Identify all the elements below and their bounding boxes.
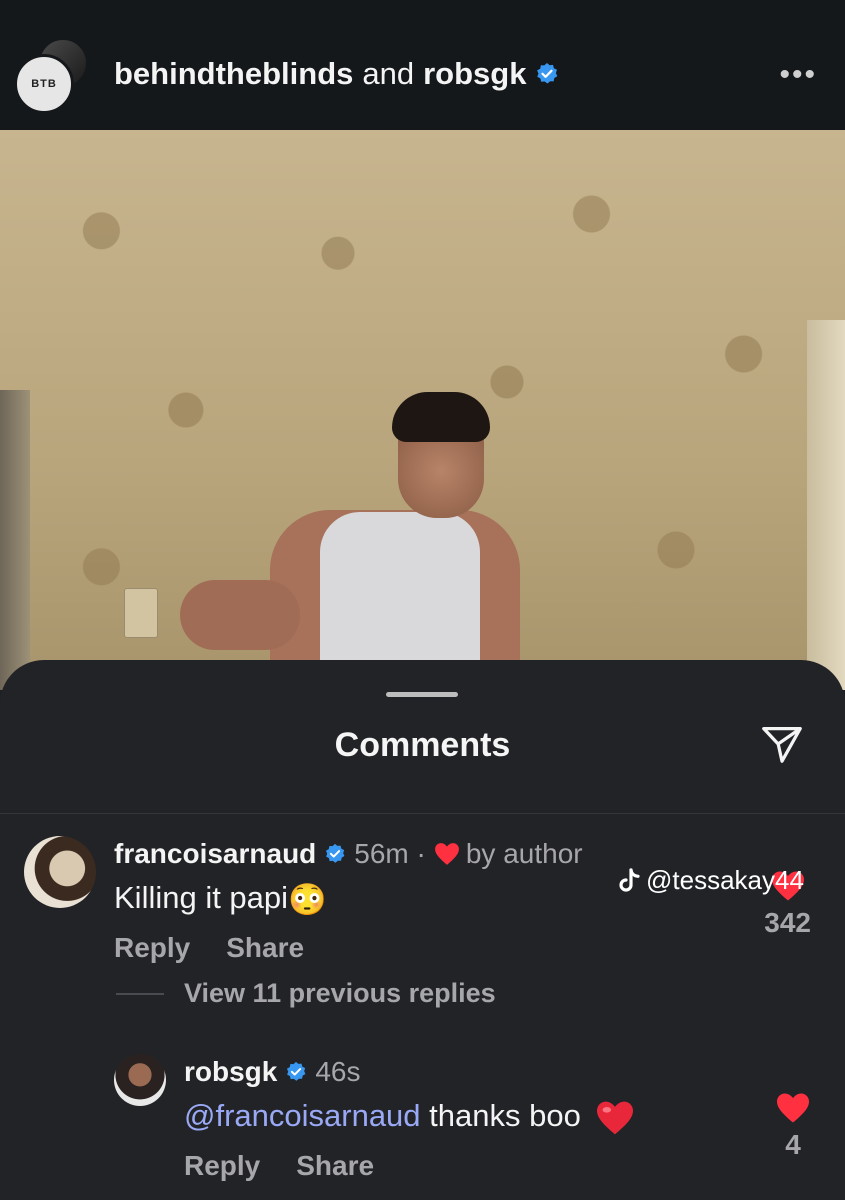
reply-actions: Reply Share (184, 1150, 374, 1182)
wall-trim (0, 390, 30, 690)
comment-actions: Reply Share (114, 932, 304, 964)
person-figure (180, 392, 520, 690)
more-options-icon[interactable]: ••• (779, 58, 817, 92)
like-count: 4 (785, 1129, 801, 1160)
comment-body: Killing it papi (114, 880, 289, 915)
red-heart-emoji-icon (597, 1101, 634, 1135)
comments-title: Comments (334, 726, 511, 764)
person-hair (392, 392, 490, 442)
liked-by-author: by author (434, 838, 583, 870)
reply-like[interactable]: 4 (775, 1092, 811, 1161)
heart-icon (434, 843, 459, 865)
and-text: and (362, 56, 415, 91)
share-send-icon[interactable] (759, 720, 805, 766)
collab-avatars[interactable]: BTB (14, 38, 88, 114)
tiktok-watermark: @tessakay44 (618, 865, 804, 896)
watermark-handle: @tessakay44 (646, 865, 804, 895)
mention-link[interactable]: @francoisarnaud (184, 1098, 421, 1133)
comment-username[interactable]: francoisarnaud (114, 838, 316, 870)
heart-icon[interactable] (775, 1092, 811, 1124)
verified-badge-icon (326, 843, 345, 863)
verified-badge-icon (537, 63, 558, 84)
robsgk-avatar[interactable] (114, 1054, 166, 1106)
flushed-emoji: 😳 (288, 882, 327, 918)
sheet-drag-handle[interactable] (386, 692, 458, 697)
post-image (0, 130, 845, 690)
sheet-divider (0, 813, 845, 814)
share-button[interactable]: Share (226, 932, 304, 964)
post-header: BTB behindtheblinds and robsgk ••• (0, 0, 845, 130)
header-title[interactable]: behindtheblinds and robsgk (114, 56, 559, 92)
username-robsgk[interactable]: robsgk (423, 56, 526, 92)
by-author-label: by author (465, 838, 583, 869)
reply-time: 46s (315, 1056, 361, 1087)
person-knee (180, 580, 300, 650)
reply-meta: robsgk 46s (184, 1056, 361, 1088)
reply-body: thanks boo (429, 1098, 581, 1133)
comment-meta: francoisarnaud 56m · by author (114, 838, 583, 870)
comments-sheet: Comments francoisarnaud 56m · by author … (0, 660, 845, 1200)
share-button[interactable]: Share (296, 1150, 374, 1182)
comment-time: 56m · (354, 838, 426, 869)
reply-username[interactable]: robsgk (184, 1056, 277, 1088)
view-previous-replies[interactable]: View 11 previous replies (116, 978, 496, 1009)
like-count: 342 (764, 907, 811, 938)
francoisarnaud-avatar[interactable] (24, 836, 96, 908)
comment-text: Killing it papi😳 (114, 880, 327, 918)
reply-button[interactable]: Reply (114, 932, 190, 964)
thread-line (116, 992, 164, 995)
verified-badge-icon (287, 1061, 306, 1081)
view-replies-label[interactable]: View 11 previous replies (184, 978, 496, 1009)
tiktok-icon (619, 867, 640, 892)
wall-outlet (124, 588, 158, 638)
username-behindtheblinds[interactable]: behindtheblinds (114, 56, 353, 92)
behindtheblinds-avatar: BTB (14, 54, 74, 114)
reply-button[interactable]: Reply (184, 1150, 260, 1182)
avatar-logo-text: BTB (31, 78, 57, 90)
reply-text: @francoisarnaud thanks boo (184, 1098, 635, 1136)
door-frame (807, 320, 845, 690)
